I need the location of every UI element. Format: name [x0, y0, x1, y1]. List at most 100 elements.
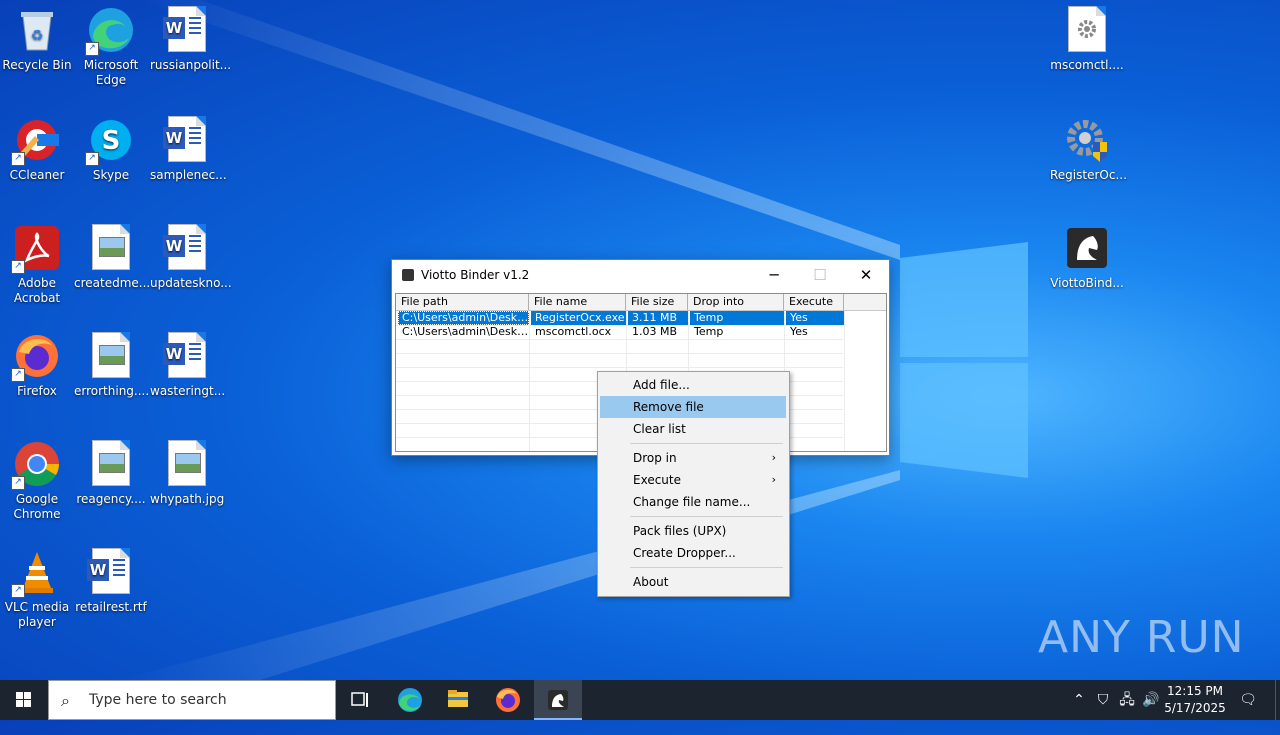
- volume-icon[interactable]: 🔊: [1140, 680, 1162, 720]
- svg-text:S: S: [102, 126, 121, 156]
- viotto-app-icon: [402, 269, 414, 281]
- cell-file-path: C:\Users\admin\Deskto...: [402, 325, 529, 338]
- context-menu: Add file... Remove file Clear list Drop …: [597, 371, 790, 597]
- taskbar-firefox[interactable]: [484, 680, 532, 720]
- show-desktop-button[interactable]: [1275, 680, 1280, 720]
- start-button[interactable]: [0, 680, 48, 720]
- notification-icon[interactable]: 🗨: [1234, 680, 1262, 720]
- edge-icon: [398, 688, 422, 712]
- word-doc-icon: W: [87, 548, 135, 596]
- cell-drop-into: Temp: [694, 325, 724, 338]
- acrobat-icon: ↗: [11, 224, 61, 274]
- edge-icon: ↗: [85, 6, 135, 56]
- desktop-icon-viottobind[interactable]: ViottoBind...: [1050, 218, 1124, 291]
- clock-date: 5/17/2025: [1164, 701, 1226, 715]
- menu-item-add-file[interactable]: Add file...: [600, 374, 786, 396]
- menu-item-clear-list[interactable]: Clear list: [600, 418, 786, 440]
- column-drop-into[interactable]: Drop into: [688, 294, 784, 310]
- desktop-icon-errorthing[interactable]: errorthing....: [74, 326, 149, 399]
- shortcut-arrow-icon: ↗: [85, 152, 99, 166]
- recycle-bin-icon: ♻: [13, 6, 61, 54]
- firefox-icon: ↗: [11, 332, 61, 382]
- taskbar: ⌕ Type here to search ⌃ ⛉ 🖧 🔊 12:15 PM 5…: [0, 680, 1280, 720]
- desktop-icon-registerocx[interactable]: RegisterOc...: [1050, 110, 1127, 183]
- taskbar-clock[interactable]: 12:15 PM 5/17/2025: [1160, 683, 1230, 717]
- desktop-icon-firefox[interactable]: ↗ Firefox: [0, 326, 74, 399]
- cell-execute: Yes: [786, 311, 844, 325]
- word-doc-icon: W: [163, 332, 211, 380]
- shortcut-arrow-icon: ↗: [11, 476, 25, 490]
- column-file-size[interactable]: File size: [626, 294, 688, 310]
- desktop-icon-samplenec[interactable]: W samplenec...: [150, 110, 227, 183]
- cell-file-size: 1.03 MB: [632, 325, 678, 338]
- desktop-icon-edge[interactable]: ↗ Microsoft Edge: [74, 0, 148, 88]
- chrome-icon: ↗: [11, 440, 61, 490]
- cell-drop-into: Temp: [690, 311, 784, 325]
- settings-file-icon: [1063, 6, 1111, 54]
- network-icon[interactable]: 🖧: [1116, 680, 1138, 720]
- tray-overflow-icon[interactable]: ⌃: [1068, 680, 1090, 720]
- desktop-icon-ccleaner[interactable]: ↗ CCleaner: [0, 110, 74, 183]
- desktop-icon-reagency[interactable]: reagency....: [74, 434, 148, 507]
- column-file-name[interactable]: File name: [529, 294, 626, 310]
- image-file-icon: [87, 332, 135, 380]
- windows-logo-icon: [16, 692, 31, 707]
- menu-separator: [630, 516, 783, 517]
- cell-file-size: 3.11 MB: [628, 311, 688, 325]
- desktop-icon-chrome[interactable]: ↗ Google Chrome: [0, 434, 74, 522]
- firefox-icon: [496, 688, 520, 712]
- desktop-icon-whypath[interactable]: whypath.jpg: [150, 434, 224, 507]
- menu-item-about[interactable]: About: [600, 571, 786, 593]
- image-file-icon: [87, 440, 135, 488]
- minimize-button[interactable]: ─: [751, 260, 797, 290]
- desktop-icon-createdme[interactable]: createdme...: [74, 218, 150, 291]
- menu-item-remove-file[interactable]: Remove file: [600, 396, 786, 418]
- column-execute[interactable]: Execute: [784, 294, 844, 310]
- taskbar-file-explorer[interactable]: [434, 680, 482, 720]
- shortcut-arrow-icon: ↗: [11, 152, 25, 166]
- search-icon: ⌕: [61, 691, 70, 710]
- desktop-icon-wasteringt[interactable]: W wasteringt...: [150, 326, 225, 399]
- skype-icon: S ↗: [85, 116, 135, 166]
- menu-item-drop-in[interactable]: Drop in ›: [600, 447, 786, 469]
- taskbar-search-box[interactable]: ⌕ Type here to search: [48, 680, 336, 720]
- window-title: Viotto Binder v1.2: [421, 268, 530, 282]
- tray-security-icon[interactable]: ⛉: [1092, 680, 1114, 720]
- desktop-icon-updateskno[interactable]: W updateskno...: [150, 218, 232, 291]
- list-header: File path File name File size Drop into …: [396, 294, 886, 311]
- taskbar-edge[interactable]: [386, 680, 434, 720]
- cell-execute: Yes: [790, 325, 808, 338]
- word-doc-icon: W: [163, 6, 211, 54]
- desktop-icon-skype[interactable]: S ↗ Skype: [74, 110, 148, 183]
- desktop-icon-vlc[interactable]: ↗ VLC media player: [0, 542, 74, 630]
- submenu-arrow-icon: ›: [771, 473, 776, 486]
- title-bar[interactable]: Viotto Binder v1.2 ─ ☐ ✕: [392, 260, 889, 290]
- task-view-button[interactable]: [336, 680, 384, 720]
- shortcut-arrow-icon: ↗: [11, 368, 25, 382]
- svg-text:♻: ♻: [31, 28, 44, 44]
- menu-item-execute[interactable]: Execute ›: [600, 469, 786, 491]
- taskbar-viotto-binder[interactable]: [534, 680, 582, 720]
- desktop-icon-recycle-bin[interactable]: ♻ Recycle Bin: [0, 0, 74, 73]
- task-view-icon: [351, 692, 368, 707]
- image-file-icon: [87, 224, 135, 272]
- maximize-button[interactable]: ☐: [797, 260, 843, 290]
- desktop-icon-acrobat[interactable]: ↗ Adobe Acrobat: [0, 218, 74, 306]
- menu-item-create-dropper[interactable]: Create Dropper...: [600, 542, 786, 564]
- shortcut-arrow-icon: ↗: [11, 260, 25, 274]
- cell-file-name: mscomctl.ocx: [535, 325, 612, 338]
- cell-file-name: RegisterOcx.exe: [531, 311, 626, 325]
- close-button[interactable]: ✕: [843, 260, 889, 290]
- desktop-icon-russianpolit[interactable]: W russianpolit...: [150, 0, 231, 73]
- menu-item-change-file-name[interactable]: Change file name...: [600, 491, 786, 513]
- column-file-path[interactable]: File path: [396, 294, 529, 310]
- shortcut-arrow-icon: ↗: [85, 42, 99, 56]
- word-doc-icon: W: [163, 224, 211, 272]
- clock-time: 12:15 PM: [1167, 684, 1223, 698]
- registerocx-icon: [1063, 116, 1111, 164]
- desktop-icon-mscomctl[interactable]: mscomctl....: [1050, 0, 1124, 73]
- desktop-icon-retailrest[interactable]: W retailrest.rtf: [74, 542, 148, 615]
- menu-item-pack-files[interactable]: Pack files (UPX): [600, 520, 786, 542]
- image-file-icon: [163, 440, 211, 488]
- viotto-icon: [1063, 224, 1111, 272]
